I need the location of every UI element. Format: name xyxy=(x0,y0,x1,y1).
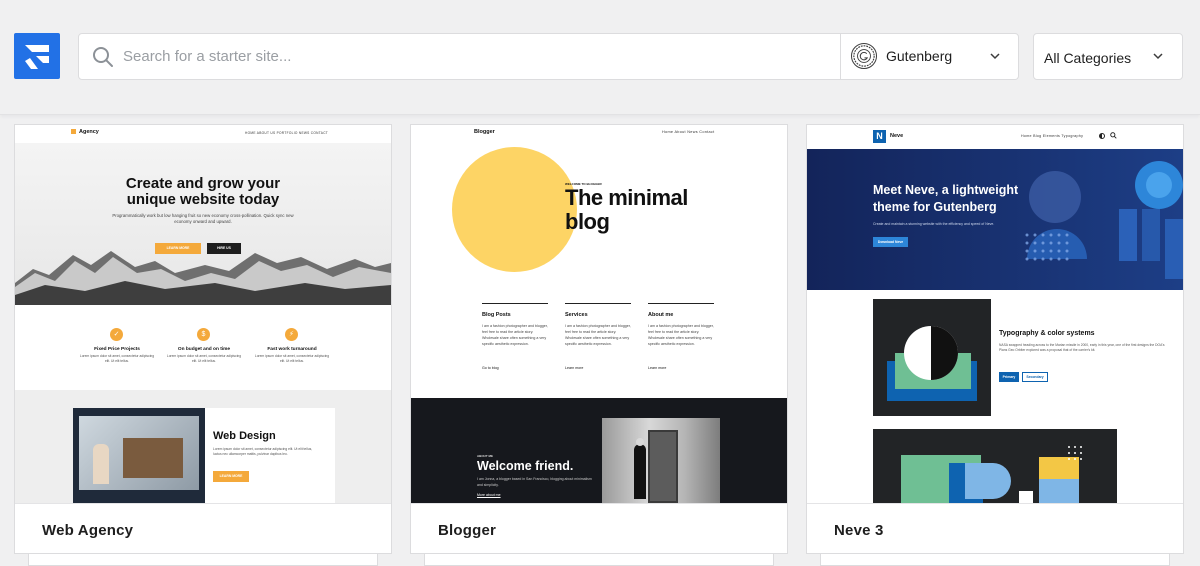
column-text: I am a fashion photographer and blogger,… xyxy=(482,324,548,346)
preview-section-text: Lorem ipsum dolor sit amet, consectetur … xyxy=(213,447,313,456)
feature-text: Lorem ipsum dolor sit amet, consectetur … xyxy=(79,354,155,363)
preview-nav: Blogger Home About News Contact xyxy=(411,125,787,143)
card-footer: Neve 3 xyxy=(807,503,1183,553)
card-footer: Web Agency xyxy=(15,503,391,553)
card-stack-edge xyxy=(424,554,774,566)
preview-primary-button: Primary xyxy=(999,372,1019,382)
preview-download-button: Download Neve xyxy=(873,237,908,247)
feature-title: On budget and on time xyxy=(177,347,231,352)
column-text: I am a fashion photographer and blogger,… xyxy=(648,324,714,346)
preview-dark-section: ABOUT ME Welcome friend. I am Jonna, a b… xyxy=(411,398,787,503)
site-preview[interactable]: N Neve Home Blog Elements Typography Mee… xyxy=(807,125,1183,503)
card-title: Neve 3 xyxy=(834,522,884,539)
neve-logo-icon: N xyxy=(873,130,886,143)
column-title: Blog Posts xyxy=(482,312,511,318)
laptop-image xyxy=(73,408,205,503)
divider xyxy=(648,303,714,304)
column-title: Services xyxy=(565,312,588,318)
preview-nav: N Neve Home Blog Elements Typography xyxy=(807,125,1183,149)
preview-nav-links: Home Blog Elements Typography xyxy=(1021,134,1084,138)
preview-brand: Blogger xyxy=(474,129,495,135)
geometric-art-image xyxy=(1025,161,1183,279)
search-input[interactable] xyxy=(123,34,839,79)
category-select[interactable]: All Categories xyxy=(1033,33,1183,80)
card-stack-edge xyxy=(28,554,378,566)
theme-toggle-icon xyxy=(1099,133,1105,139)
agency-logo-icon xyxy=(71,129,76,134)
preview-hero-title-1: The minimal xyxy=(565,185,688,210)
door-photo-image xyxy=(602,418,720,503)
preview-hero-text: Create and maintain a stunning website w… xyxy=(873,222,995,226)
builder-select[interactable]: Gutenberg xyxy=(840,34,1018,79)
starter-site-card-web-agency[interactable]: Agency HOME ABOUT US PORTFOLIO NEWS CONT… xyxy=(14,124,392,554)
preview-brand: Neve xyxy=(890,133,904,139)
preview-feature-title: Typography & color systems xyxy=(999,330,1095,337)
preview-hero-title-2: unique website today xyxy=(126,191,280,208)
category-label: All Categories xyxy=(1044,50,1132,66)
feature-title: Fixed Price Projects xyxy=(94,347,140,352)
starter-site-card-blogger[interactable]: Blogger Home About News Contact WELCOME … xyxy=(410,124,788,554)
shapes-art-image xyxy=(873,429,1117,503)
preview-nav-links: HOME ABOUT US PORTFOLIO NEWS CONTACT xyxy=(245,131,329,135)
feature-text: Lorem ipsum dolor sit amet, consectetur … xyxy=(254,354,330,363)
preview-section-title: Web Design xyxy=(213,430,276,442)
preview-hero: Create and grow your unique website toda… xyxy=(15,143,391,305)
column-link: Learn more xyxy=(565,366,584,370)
search-icon xyxy=(1110,132,1117,139)
preview-hero-text: Programmatically work but low hanging fr… xyxy=(112,213,294,224)
preview-section: Web Design Lorem ipsum dolor sit amet, c… xyxy=(15,390,391,503)
preview-learn-more-button: LEARN MORE xyxy=(213,471,249,482)
mountains-image xyxy=(15,251,391,305)
preview-feature-text: NASA swapped heading across to the Maria… xyxy=(999,343,1165,352)
divider xyxy=(565,303,631,304)
column-link: Learn more xyxy=(648,366,667,370)
preview-dark-link: More about me xyxy=(477,493,501,497)
preview-hero-title-2: theme for Gutenberg xyxy=(873,200,997,214)
search-box: Gutenberg xyxy=(78,33,1019,80)
feature-title: Fast work turnaround xyxy=(267,347,317,352)
builder-label: Gutenberg xyxy=(886,48,953,64)
logo-mark-icon xyxy=(25,45,49,69)
preview-secondary-button: Secondary xyxy=(1022,372,1048,382)
preview-dark-text: I am Jonna, a blogger based in San Franc… xyxy=(477,477,592,487)
preview-nav-links: Home About News Contact xyxy=(662,130,715,134)
card-stack-edge xyxy=(820,554,1170,566)
top-bar: Gutenberg All Categories xyxy=(0,0,1200,115)
preview-brand: Agency xyxy=(79,129,99,135)
search-icon xyxy=(93,47,113,67)
starter-site-card-neve-3[interactable]: N Neve Home Blog Elements Typography Mee… xyxy=(806,124,1184,554)
preview-section-card: Web Design Lorem ipsum dolor sit amet, c… xyxy=(205,408,335,503)
typography-art-image xyxy=(873,299,991,416)
site-preview[interactable]: Blogger Home About News Contact WELCOME … xyxy=(411,125,787,503)
preview-dark-kicker: ABOUT ME xyxy=(477,454,493,458)
preview-hero-title-1: Create and grow your xyxy=(125,175,281,192)
column-link: Go to blog xyxy=(482,366,499,370)
gutenberg-logo-icon xyxy=(851,43,877,69)
card-title: Web Agency xyxy=(42,522,134,539)
divider xyxy=(482,303,548,304)
coin-icon: $ xyxy=(197,328,210,341)
column-text: I am a fashion photographer and blogger,… xyxy=(565,324,631,346)
bolt-icon: ⚡ xyxy=(285,328,298,341)
check-icon: ✓ xyxy=(110,328,123,341)
card-title: Blogger xyxy=(438,522,497,539)
feature-text: Lorem ipsum dolor sit amet, consectetur … xyxy=(166,354,242,363)
preview-hero-title-2: blog xyxy=(565,209,610,234)
column-title: About me xyxy=(648,312,674,318)
preview-dark-title: Welcome friend. xyxy=(477,459,574,473)
preview-hero-title-1: Meet Neve, a lightweight xyxy=(873,183,1019,197)
yellow-circle-shape xyxy=(452,147,577,272)
site-preview[interactable]: Agency HOME ABOUT US PORTFOLIO NEWS CONT… xyxy=(15,125,391,503)
chevron-down-icon xyxy=(990,53,1000,60)
app-logo[interactable] xyxy=(14,33,60,79)
chevron-down-icon xyxy=(1153,53,1163,60)
preview-hero: Meet Neve, a lightweight theme for Guten… xyxy=(807,149,1183,290)
card-footer: Blogger xyxy=(411,503,787,553)
preview-nav: Agency HOME ABOUT US PORTFOLIO NEWS CONT… xyxy=(15,125,391,143)
